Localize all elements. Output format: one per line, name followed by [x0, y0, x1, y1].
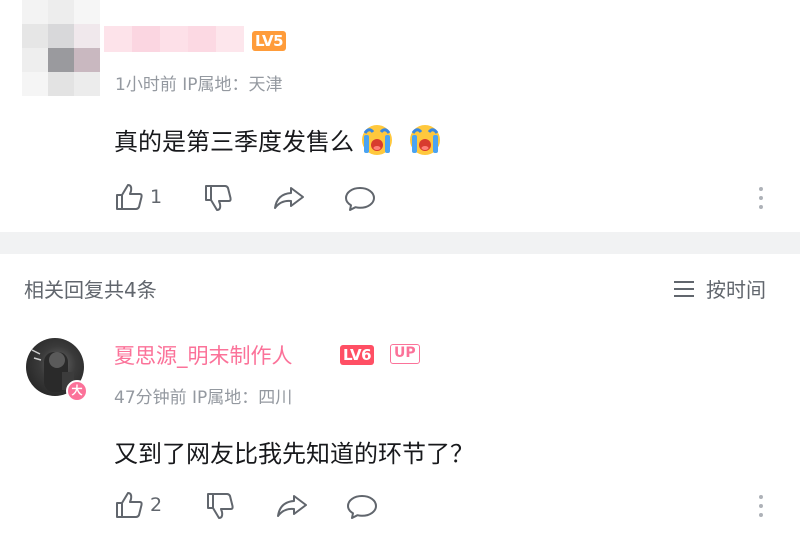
replies-count-label: 相关回复共4条 — [24, 278, 157, 302]
crying-emoji-icon — [410, 124, 440, 155]
avatar-badge: 大 — [66, 380, 88, 402]
sort-lines-icon — [674, 280, 694, 297]
thumbs-up-icon — [116, 492, 143, 518]
share-icon — [274, 187, 304, 209]
crying-emoji-icon — [362, 124, 392, 155]
thumbs-down-icon — [207, 493, 234, 519]
thumbs-up-icon — [116, 184, 143, 210]
reply-text: 又到了网友比我先知道的环节了？ — [114, 440, 474, 468]
share-button[interactable] — [276, 494, 308, 518]
more-options-icon[interactable] — [758, 187, 764, 209]
comment-meta: 1小时前 IP属地：天津 — [115, 75, 283, 95]
share-icon — [277, 495, 307, 517]
comment-text-row: 真的是第三季度发售么 — [114, 122, 442, 157]
blurred-username[interactable] — [104, 26, 244, 52]
more-options-icon[interactable] — [758, 495, 764, 517]
like-button[interactable]: 1 — [114, 183, 162, 211]
level-badge: LV5 — [252, 31, 287, 51]
thumbs-down-icon — [205, 185, 232, 211]
speech-bubble-icon — [347, 495, 377, 519]
blurred-avatar[interactable] — [22, 0, 100, 96]
reply-meta: 47分钟前 IP属地：四川 — [114, 388, 293, 408]
like-count: 1 — [150, 186, 163, 208]
reply-username[interactable]: 夏思源_明末制作人 — [114, 340, 293, 370]
up-badge: UP — [390, 344, 420, 364]
dislike-button[interactable] — [205, 492, 235, 520]
reply-button[interactable] — [346, 494, 378, 520]
level-badge: LV6 — [340, 345, 375, 365]
like-count: 2 — [150, 494, 163, 516]
dislike-button[interactable] — [203, 184, 233, 212]
speech-bubble-icon — [345, 187, 375, 211]
sort-button[interactable]: 按时间 — [672, 274, 766, 303]
share-button[interactable] — [273, 186, 305, 210]
like-button[interactable]: 2 — [114, 491, 162, 519]
section-divider — [0, 232, 800, 254]
sort-label: 按时间 — [706, 278, 766, 302]
reply-button[interactable] — [344, 186, 376, 212]
comment-text: 真的是第三季度发售么 — [114, 128, 354, 156]
